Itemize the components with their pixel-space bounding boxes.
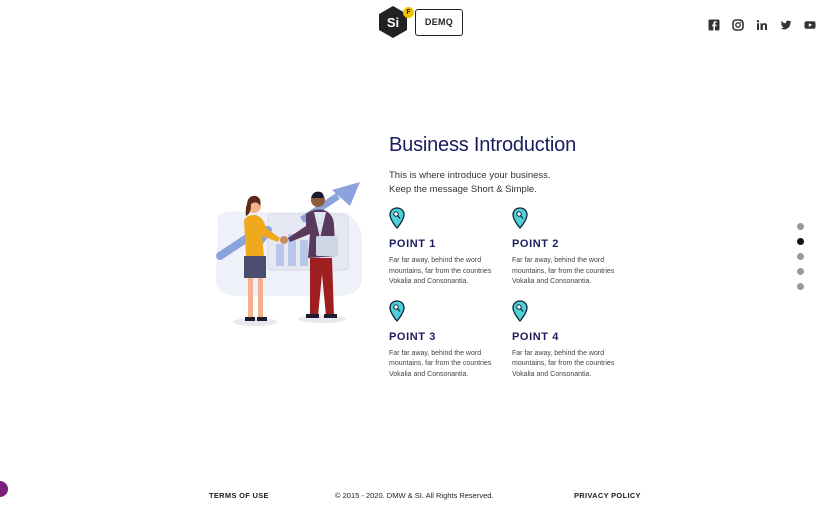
point-text: Far far away, behind the word mountains,… (512, 349, 615, 378)
facebook-icon[interactable] (708, 18, 720, 31)
page-title: Business Introduction (389, 134, 577, 156)
social-links (708, 18, 816, 31)
point-card-4: POINT 4 Far far away, behind the word mo… (512, 299, 635, 381)
point-title: POINT 3 (389, 330, 436, 343)
intro-description-line1: This is where introduce your business. (389, 170, 551, 181)
point-title: POINT 4 (512, 330, 559, 343)
point-title: POINT 2 (512, 238, 559, 250)
nav-dot-3[interactable] (797, 253, 804, 260)
instagram-icon[interactable] (732, 18, 744, 31)
business-intro-section: Business Introduction This is where intr… (389, 134, 639, 380)
privacy-policy-link[interactable]: PRIVACY POLICY (574, 491, 641, 500)
point-text: Far far away, behind the word mountains,… (389, 349, 492, 378)
copyright-text: © 2015 - 2020. DMW & SI. All Rights Rese… (335, 491, 494, 500)
logo-badge: F (403, 7, 414, 18)
location-pin-icon (512, 299, 528, 322)
terms-of-use-link[interactable]: TERMS OF USE (209, 491, 269, 500)
nav-dot-1[interactable] (797, 223, 804, 230)
twitter-icon[interactable] (780, 18, 792, 30)
intro-description-line2: Keep the message Short & Simple. (389, 184, 537, 195)
points-grid: POINT 1 Far far away, behind the word mo… (389, 207, 639, 380)
section-nav-dots (797, 223, 804, 290)
nav-dot-4[interactable] (797, 268, 804, 275)
location-pin-icon (389, 299, 405, 322)
point-text: Far far away, behind the word mountains,… (389, 257, 492, 285)
point-card-3: POINT 3 Far far away, behind the word mo… (389, 299, 512, 381)
nav-dot-5[interactable] (797, 283, 804, 290)
logo-hexagon: Si F (377, 5, 414, 39)
point-text: Far far away, behind the word mountains,… (512, 257, 615, 285)
point-title: POINT 1 (389, 238, 436, 250)
linkedin-icon[interactable] (756, 18, 768, 30)
logo[interactable]: Si F DEMQ (377, 5, 463, 39)
youtube-icon[interactable] (804, 18, 816, 30)
chat-widget-button[interactable] (0, 481, 8, 497)
point-card-1: POINT 1 Far far away, behind the word mo… (389, 207, 512, 288)
intro-description: This is where introduce your business. K… (389, 169, 639, 197)
nav-dot-2[interactable] (797, 238, 804, 245)
demo-label: DEMQ (415, 8, 463, 36)
location-pin-icon (512, 207, 528, 229)
point-card-2: POINT 2 Far far away, behind the word mo… (512, 207, 635, 288)
business-handshake-illustration (210, 178, 380, 330)
location-pin-icon (389, 207, 405, 229)
